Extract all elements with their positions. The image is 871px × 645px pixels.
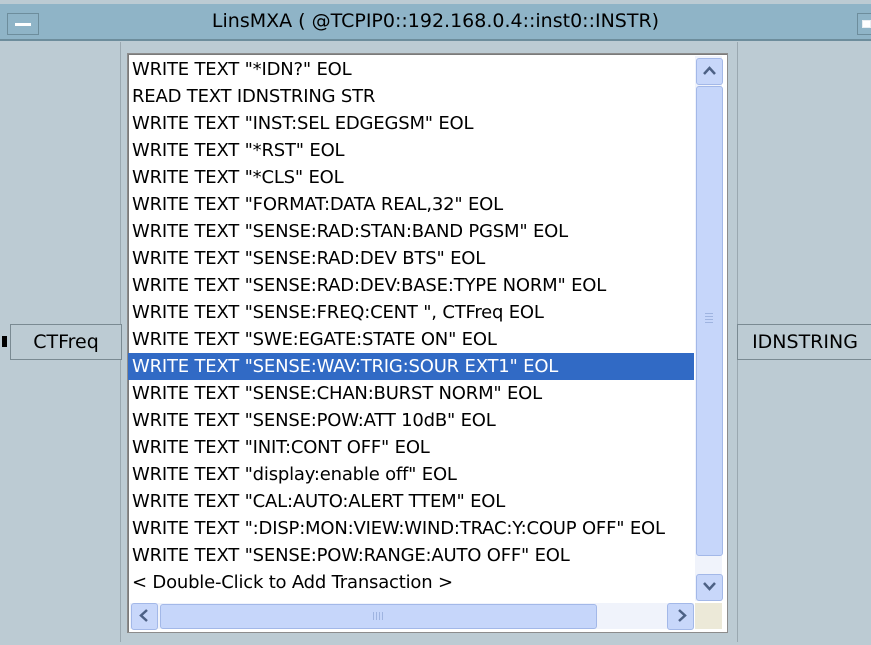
scrollbar-corner — [695, 603, 722, 629]
transaction-rows: WRITE TEXT "*IDN?" EOL READ TEXT IDNSTRIN… — [128, 56, 694, 600]
scroll-up-button[interactable] — [696, 58, 723, 85]
chevron-down-icon — [703, 582, 716, 591]
output-pin-idnstring[interactable]: IDNSTRING — [737, 324, 871, 360]
scroll-down-button[interactable] — [696, 574, 723, 601]
vertical-scrollbar[interactable] — [695, 56, 723, 601]
transaction-item[interactable]: WRITE TEXT "SENSE:WAV:TRIG:SOUR EXT1" EO… — [128, 353, 694, 380]
transaction-item[interactable]: WRITE TEXT "FORMAT:DATA REAL,32" EOL — [128, 191, 694, 218]
object-window: LinsMXA ( @TCPIP0::192.168.0.4::inst0::I… — [0, 0, 871, 645]
transaction-item[interactable]: WRITE TEXT "SENSE:RAD:DEV:BASE:TYPE NORM… — [128, 272, 694, 299]
grip-line — [376, 612, 377, 620]
transaction-item[interactable]: WRITE TEXT "SENSE:POW:RANGE:AUTO OFF" EO… — [128, 542, 694, 569]
scroll-right-button[interactable] — [667, 603, 694, 630]
transaction-item[interactable]: WRITE TEXT "*CLS" EOL — [128, 164, 694, 191]
horizontal-scrollbar[interactable] — [130, 603, 694, 630]
input-terminal-icon[interactable] — [2, 336, 7, 347]
transaction-item[interactable]: WRITE TEXT "INST:SEL EDGEGSM" EOL — [128, 110, 694, 137]
transaction-item[interactable]: WRITE TEXT "INIT:CONT OFF" EOL — [128, 434, 694, 461]
grip-line — [705, 319, 713, 320]
grip-line — [382, 612, 383, 620]
transaction-item[interactable]: WRITE TEXT "SENSE:RAD:STAN:BAND PGSM" EO… — [128, 218, 694, 245]
restore-icon — [862, 20, 871, 28]
horizontal-scroll-thumb[interactable] — [160, 604, 597, 629]
title-bar[interactable]: LinsMXA ( @TCPIP0::192.168.0.4::inst0::I… — [0, 4, 871, 41]
grip-line — [373, 612, 374, 620]
transaction-item[interactable]: READ TEXT IDNSTRING STR — [128, 83, 694, 110]
grip-line — [705, 322, 713, 323]
transaction-item[interactable]: WRITE TEXT "SENSE:CHAN:BURST NORM" EOL — [128, 380, 694, 407]
transaction-item[interactable]: WRITE TEXT "*IDN?" EOL — [128, 56, 694, 83]
chevron-right-icon — [678, 609, 687, 622]
chevron-left-icon — [139, 609, 148, 622]
scroll-left-button[interactable] — [131, 603, 158, 630]
input-pin-ctfreq[interactable]: CTFreq — [10, 324, 122, 360]
chevron-up-icon — [703, 66, 716, 75]
grip-line — [705, 316, 713, 317]
transaction-list[interactable]: WRITE TEXT "*IDN?" EOL READ TEXT IDNSTRIN… — [127, 53, 728, 633]
transaction-item[interactable]: WRITE TEXT "SENSE:FREQ:CENT ", CTFreq EO… — [128, 299, 694, 326]
window-title: LinsMXA ( @TCPIP0::192.168.0.4::inst0::I… — [211, 10, 660, 32]
grip-line — [379, 612, 380, 620]
transaction-item[interactable]: WRITE TEXT "SWE:EGATE:STATE ON" EOL — [128, 326, 694, 353]
transaction-item[interactable]: WRITE TEXT "SENSE:POW:ATT 10dB" EOL — [128, 407, 694, 434]
restore-button[interactable] — [857, 13, 871, 35]
grip-line — [705, 313, 713, 314]
transaction-item[interactable]: WRITE TEXT "CAL:AUTO:ALERT TTEM" EOL — [128, 488, 694, 515]
transaction-item[interactable]: WRITE TEXT ":DISP:MON:VIEW:WIND:TRAC:Y:C… — [128, 515, 694, 542]
add-transaction-item[interactable]: < Double-Click to Add Transaction > — [128, 569, 694, 596]
transaction-item[interactable]: WRITE TEXT "SENSE:RAD:DEV BTS" EOL — [128, 245, 694, 272]
vertical-scroll-thumb[interactable] — [696, 86, 723, 556]
transaction-item[interactable]: WRITE TEXT "display:enable off" EOL — [128, 461, 694, 488]
transaction-item[interactable]: WRITE TEXT "*RST" EOL — [128, 137, 694, 164]
